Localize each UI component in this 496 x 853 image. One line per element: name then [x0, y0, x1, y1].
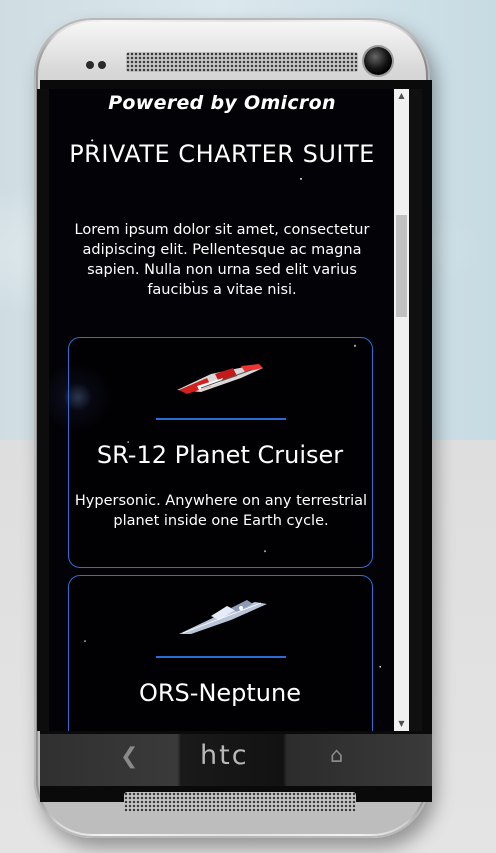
arrow-up-icon[interactable]: ▲ — [394, 89, 409, 103]
card-title: SR-12 Planet Cruiser — [96, 441, 344, 469]
scrollbar[interactable]: ▲ ▼ — [394, 89, 409, 731]
speaker-grille-top — [126, 52, 358, 72]
arrow-down-icon[interactable]: ▼ — [394, 717, 409, 731]
screen-bezel-left — [37, 89, 49, 731]
front-camera-icon — [364, 47, 392, 75]
navigation-bar: ❮ htc ⌂ — [40, 734, 432, 786]
intro-paragraph: Lorem ipsum dolor sit amet, consectetur … — [74, 222, 370, 298]
sensor-dot-icon — [98, 61, 106, 69]
card-title: ORS-Neptune — [138, 679, 301, 707]
back-icon[interactable]: ❮ — [120, 744, 138, 769]
speaker-grille-bottom — [124, 792, 356, 812]
spaceship-icon — [179, 600, 267, 634]
scrollbar-thumb[interactable] — [396, 215, 407, 317]
ship-card-ors-neptune[interactable]: ORS-Neptune — [68, 575, 373, 731]
sensor-dot-icon — [86, 61, 94, 69]
screen-bezel-right — [409, 89, 422, 731]
page-title: PRIVATE CHARTER SUITE — [69, 140, 375, 168]
home-icon[interactable]: ⌂ — [330, 743, 343, 767]
card-divider — [156, 418, 286, 420]
card-divider — [156, 656, 286, 658]
web-viewport[interactable]: Powered by Omicron PRIVATE CHARTER SUITE… — [49, 89, 409, 731]
spaceship-icon — [177, 364, 263, 394]
card-description: Hypersonic. Anywhere on any terrestrial … — [74, 493, 368, 529]
powered-by-tagline: Powered by Omicron — [108, 92, 336, 114]
ship-card-sr12[interactable]: SR-12 Planet Cruiser Hypersonic. Anywher… — [68, 337, 373, 568]
brand-logo: htc — [200, 740, 249, 771]
